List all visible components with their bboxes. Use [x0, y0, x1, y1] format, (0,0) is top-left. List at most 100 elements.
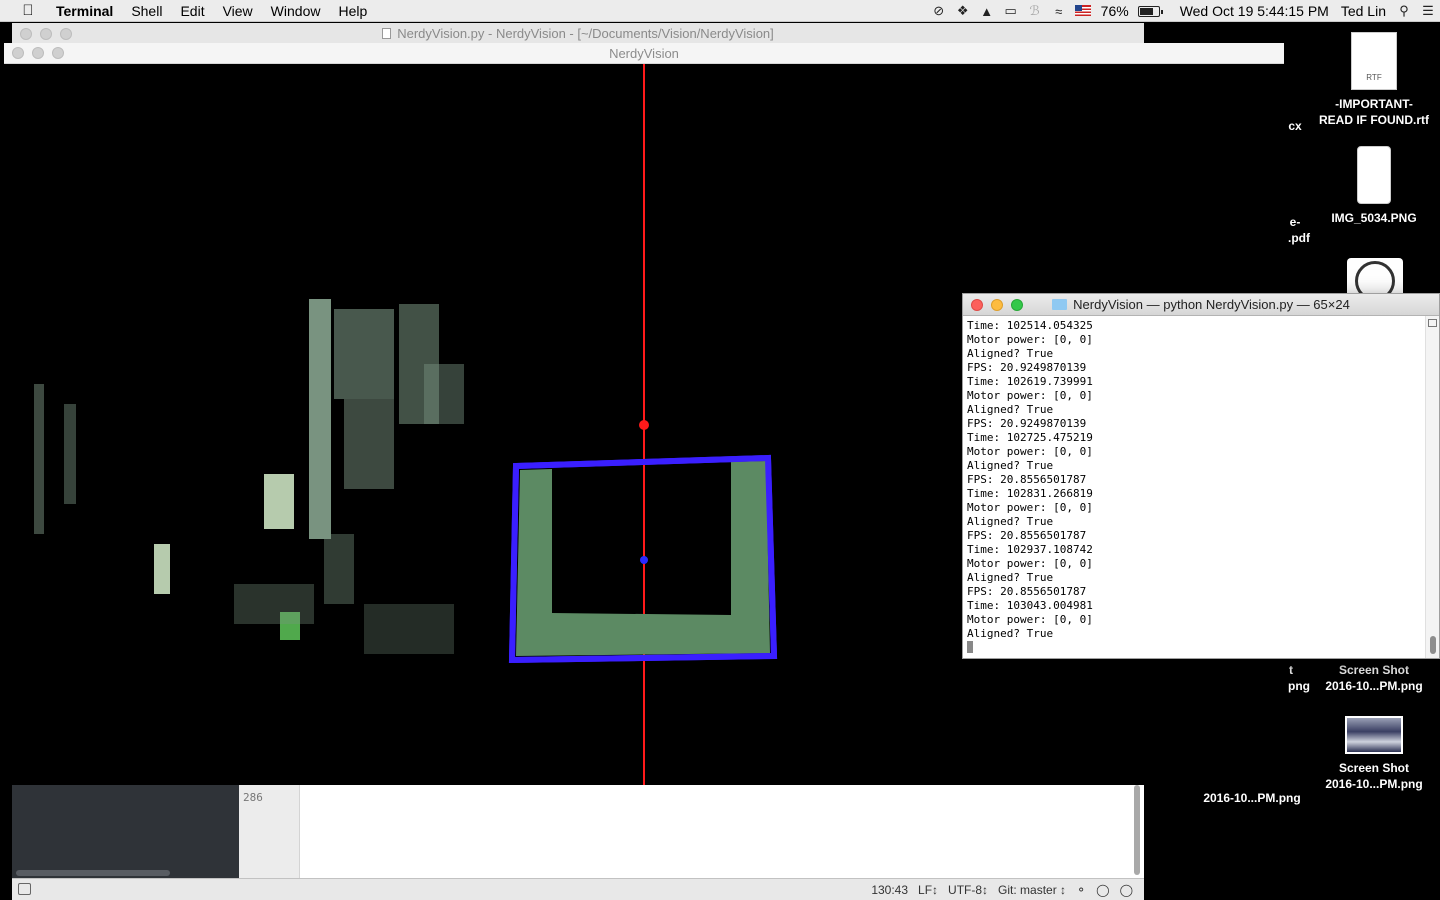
tree-scrollbar[interactable]: [16, 870, 170, 876]
editor-status-bar: 130:43 LF↕ UTF-8↕ Git: master ↕ ⚬ ◯ ◯: [12, 878, 1144, 900]
desktop-screenshot-1[interactable]: Screen Shot 2016-10...PM.png: [1312, 662, 1436, 694]
menu-view[interactable]: View: [214, 0, 262, 22]
terminal-output[interactable]: Time: 102514.054325 Motor power: [0, 0] Al…: [963, 316, 1425, 658]
terminal-line: Motor power: [0, 0]: [967, 389, 1093, 402]
terminal-scrollbar[interactable]: [1425, 316, 1439, 658]
target-top-dot: [639, 420, 649, 430]
desktop-file-label: IMG_5034.PNG: [1331, 211, 1417, 225]
user-name[interactable]: Ted Lin: [1335, 3, 1392, 19]
bluetooth-icon[interactable]: ℬ: [1023, 3, 1047, 19]
line-gutter: 286: [239, 785, 300, 878]
menu-bar:  Terminal Shell Edit View Window Help ⊘…: [0, 0, 1440, 22]
desktop-file-label: -IMPORTANT- READ IF FOUND.rtf: [1319, 97, 1429, 127]
clock[interactable]: Wed Oct 19 5:44:15 PM: [1174, 3, 1335, 19]
terminal-line: Aligned? True: [967, 627, 1054, 640]
rtf-file-icon: RTF: [1351, 32, 1397, 90]
google-drive-icon[interactable]: ▲: [975, 4, 999, 19]
terminal-line: Aligned? True: [967, 403, 1054, 416]
feedback-icon[interactable]: ◯: [1115, 883, 1138, 897]
zoom-button[interactable]: [1011, 299, 1023, 311]
battery-percent[interactable]: 76%: [1095, 3, 1135, 19]
github-icon[interactable]: ◯: [1091, 883, 1114, 897]
terminal-line: Aligned? True: [967, 347, 1054, 360]
flag-us-icon[interactable]: [1071, 4, 1095, 19]
git-branch[interactable]: Git: master ↕: [993, 883, 1071, 897]
menu-help[interactable]: Help: [329, 0, 376, 22]
scroll-marker-icon: [1428, 319, 1437, 327]
desktop-file-img5034[interactable]: IMG_5034.PNG: [1312, 146, 1436, 226]
apple-menu-icon[interactable]: : [0, 2, 56, 19]
close-button[interactable]: [12, 47, 24, 59]
terminal-title: NerdyVision — python NerdyVision.py — 65…: [1073, 297, 1350, 312]
window-controls: [971, 299, 1023, 311]
desktop-file-label: 2016-10...PM.png: [1203, 791, 1301, 805]
scroll-thumb[interactable]: [1430, 636, 1436, 654]
cursor-position[interactable]: 130:43: [866, 883, 913, 897]
terminal-titlebar[interactable]: NerdyVision — python NerdyVision.py — 65…: [963, 294, 1439, 316]
nerdyvision-title: NerdyVision: [609, 46, 679, 61]
menu-shell[interactable]: Shell: [122, 0, 171, 22]
desktop-file-label: Screen Shot 2016-10...PM.png: [1325, 663, 1423, 693]
terminal-line: Aligned? True: [967, 459, 1054, 472]
menu-edit[interactable]: Edit: [171, 0, 213, 22]
terminal-line: Time: 102725.475219: [967, 431, 1093, 444]
terminal-line: Time: 102831.266819: [967, 487, 1093, 500]
close-button[interactable]: [971, 299, 983, 311]
desktop-screenshot-2[interactable]: Screen Shot 2016-10...PM.png: [1312, 716, 1436, 792]
terminal-line: FPS: 20.8556501787: [967, 585, 1087, 598]
zoom-button[interactable]: [60, 28, 72, 40]
terminal-line: Time: 102937.108742: [967, 543, 1093, 556]
terminal-cursor: [967, 641, 1421, 655]
close-button[interactable]: [20, 28, 32, 40]
editor-titlebar[interactable]: NerdyVision.py - NerdyVision - [~/Docume…: [12, 23, 1144, 45]
terminal-line: FPS: 20.9249870139: [967, 417, 1087, 430]
minimize-button[interactable]: [991, 299, 1003, 311]
screenshot-thumbnail-icon: [1345, 716, 1403, 754]
nerdyvision-titlebar[interactable]: NerdyVision: [4, 43, 1284, 64]
team-logo-icon: [1347, 258, 1403, 298]
terminal-line: Motor power: [0, 0]: [967, 445, 1093, 458]
desktop-file-important[interactable]: RTF -IMPORTANT- READ IF FOUND.rtf: [1312, 32, 1436, 128]
menu-window[interactable]: Window: [262, 0, 330, 22]
editor-scrollbar[interactable]: [1134, 785, 1140, 875]
toggle-panel-icon[interactable]: [18, 883, 31, 895]
desktop-screenshot-3[interactable]: 2016-10...PM.png: [1196, 790, 1308, 806]
notification-center-icon[interactable]: ☰: [1416, 3, 1440, 19]
terminal-line: Motor power: [0, 0]: [967, 501, 1093, 514]
spotlight-search-icon[interactable]: ⚲: [1392, 3, 1416, 19]
line-ending[interactable]: LF↕: [913, 883, 943, 897]
desktop-partial-label: png: [1288, 679, 1310, 693]
desktop-partial-label: e-: [1289, 215, 1301, 229]
terminal-line: FPS: 20.9249870139: [967, 361, 1087, 374]
terminal-line: FPS: 20.8556501787: [967, 473, 1087, 486]
tree-view[interactable]: [12, 785, 239, 878]
desktop-file-label: Screen Shot 2016-10...PM.png: [1325, 761, 1423, 791]
terminal-line: FPS: 20.8556501787: [967, 529, 1087, 542]
terminal-line: Time: 102619.739991: [967, 375, 1093, 388]
zoom-button[interactable]: [52, 47, 64, 59]
terminal-window: NerdyVision — python NerdyVision.py — 65…: [962, 293, 1440, 659]
minimize-button[interactable]: [32, 47, 44, 59]
line-number: 286: [243, 791, 263, 804]
desktop-logo-file[interactable]: [1346, 258, 1404, 298]
folder-icon: [1052, 299, 1068, 310]
status-area: ⊘ ❖ ▲ ▭ ℬ ≈ 76% Wed Oct 19 5:44:15 PM Te…: [927, 0, 1440, 22]
do-not-disturb-icon[interactable]: ⊘: [927, 3, 951, 19]
terminal-line: Time: 102514.054325: [967, 319, 1093, 332]
terminal-line: Motor power: [0, 0]: [967, 557, 1093, 570]
lock-icon[interactable]: ⚬: [1071, 883, 1091, 897]
document-icon: [382, 28, 392, 39]
desktop-partial-label: .pdf: [1288, 231, 1310, 245]
airplay-icon[interactable]: ▭: [999, 3, 1023, 19]
dropbox-icon[interactable]: ❖: [951, 3, 975, 19]
window-controls: [20, 28, 72, 40]
desktop-partial-label: cx: [1288, 119, 1302, 133]
battery-icon[interactable]: [1137, 5, 1163, 17]
encoding[interactable]: UTF-8↕: [943, 883, 993, 897]
code-editor[interactable]: [300, 785, 1144, 878]
terminal-line: Motor power: [0, 0]: [967, 613, 1093, 626]
minimize-button[interactable]: [40, 28, 52, 40]
wifi-icon[interactable]: ≈: [1047, 4, 1071, 19]
desktop-partial-label: t: [1289, 663, 1293, 677]
menu-app-name[interactable]: Terminal: [56, 0, 122, 22]
